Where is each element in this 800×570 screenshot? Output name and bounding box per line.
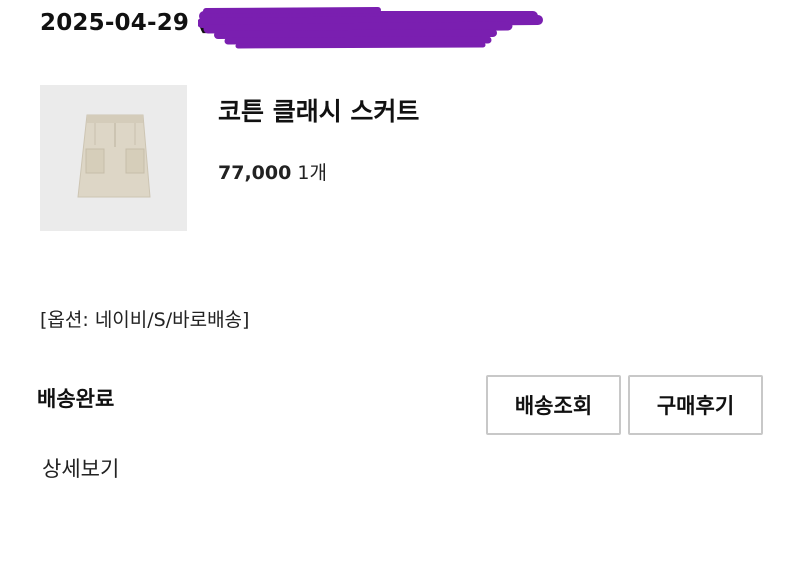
delivery-status: 배송완료 [37,387,115,411]
redaction-scribble [198,7,543,49]
product-thumbnail[interactable] [40,85,187,231]
product-price: 77,000 [218,162,292,184]
price-quantity: 77,000 1개 [218,158,327,185]
view-details-link[interactable]: 상세보기 [42,453,119,483]
skirt-image [40,85,187,231]
track-delivery-button[interactable]: 배송조회 [486,375,621,435]
write-review-button[interactable]: 구매후기 [628,375,763,435]
order-date: 2025-04-29 (2 [40,10,225,36]
product-quantity: 1개 [297,162,327,184]
product-option: [옵션: 네이비/S/바로배송] [40,309,250,331]
product-name[interactable]: 코튼 클래시 스커트 [218,92,419,128]
